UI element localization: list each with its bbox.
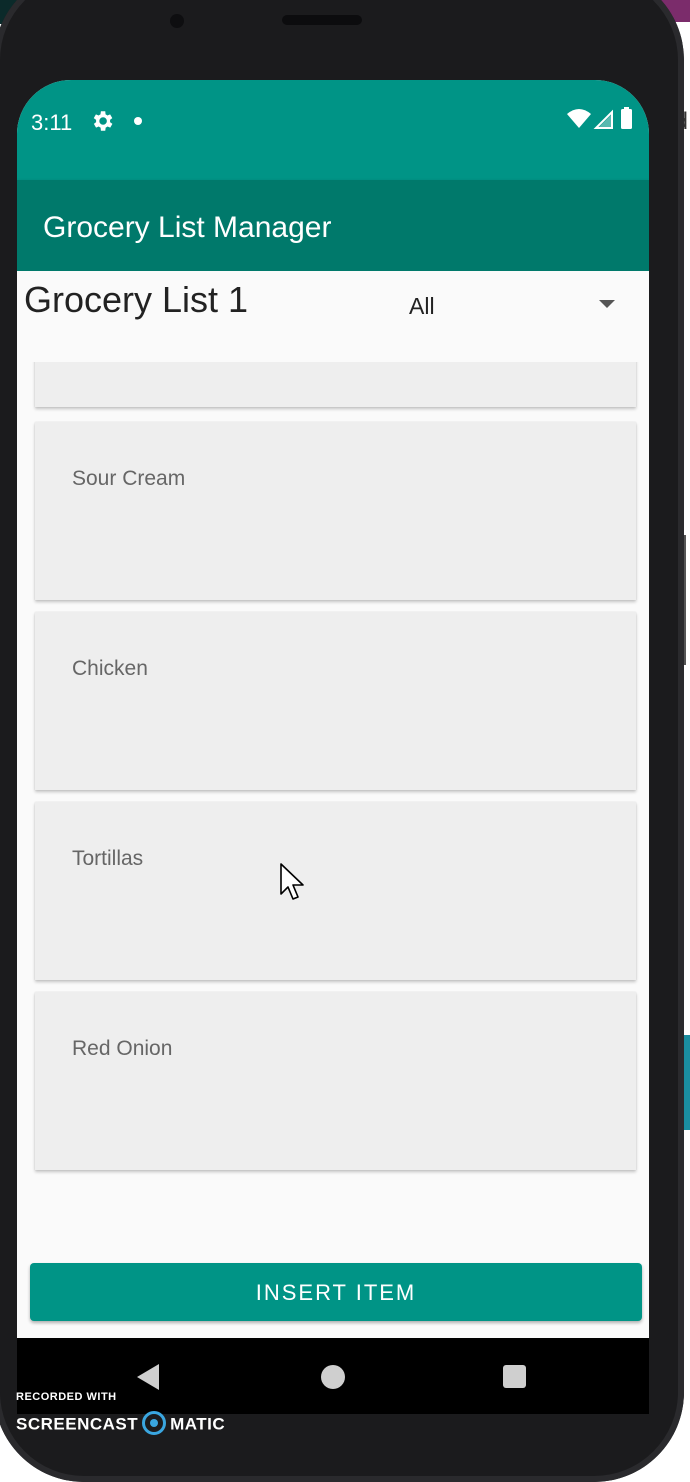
battery-icon: [621, 109, 632, 129]
list-header: Grocery List 1 All: [17, 271, 649, 355]
filter-selected-value: All: [409, 293, 435, 319]
watermark-brand: SCREENCAST MATIC: [16, 1411, 226, 1437]
app-bar: Grocery List Manager: [17, 180, 649, 271]
front-camera: [170, 14, 184, 28]
back-icon[interactable]: [137, 1364, 159, 1390]
mouse-cursor-icon: [280, 863, 304, 900]
insert-item-button[interactable]: INSERT ITEM: [30, 1263, 642, 1321]
item-label: Chicken: [72, 657, 148, 680]
item-label: Sour Cream: [72, 467, 186, 490]
grocery-item-list[interactable]: Sour Cream Chicken Tortillas Red Onion: [17, 362, 649, 1182]
item-label: Red Onion: [72, 1037, 173, 1060]
dropdown-arrow-icon: [599, 300, 615, 308]
wifi-icon: [567, 109, 591, 128]
list-item[interactable]: [35, 362, 636, 407]
filter-dropdown[interactable]: All: [397, 279, 627, 329]
item-label: Tortillas: [72, 847, 144, 870]
list-item[interactable]: Red Onion: [35, 992, 636, 1170]
recents-icon[interactable]: [503, 1365, 526, 1388]
notification-dot-icon: [134, 117, 142, 125]
background-divider: [684, 535, 686, 665]
settings-gear-icon: [93, 111, 113, 131]
list-name: Grocery List 1: [24, 279, 249, 320]
status-icons: [567, 107, 632, 129]
app-title: Grocery List Manager: [43, 211, 332, 244]
watermark-recorded-with: RECORDED WITH: [16, 1391, 117, 1403]
watermark-brand-right: MATIC: [170, 1414, 226, 1434]
list-item[interactable]: Chicken: [35, 612, 636, 790]
status-time: 3:11: [31, 110, 73, 135]
earpiece-speaker: [282, 15, 362, 25]
list-item[interactable]: Tortillas: [35, 802, 636, 980]
list-item[interactable]: Sour Cream: [35, 422, 636, 600]
recording-watermark: RECORDED WITH SCREENCAST MATIC: [16, 1391, 225, 1435]
watermark-brand-left: SCREENCAST: [16, 1414, 139, 1434]
status-bar: 3:11: [17, 80, 649, 180]
screencast-logo-icon: [142, 1411, 167, 1435]
home-icon[interactable]: [321, 1365, 345, 1389]
phone-screen: 3:11 Grocery List Manager Grocery List 1…: [17, 80, 649, 1338]
